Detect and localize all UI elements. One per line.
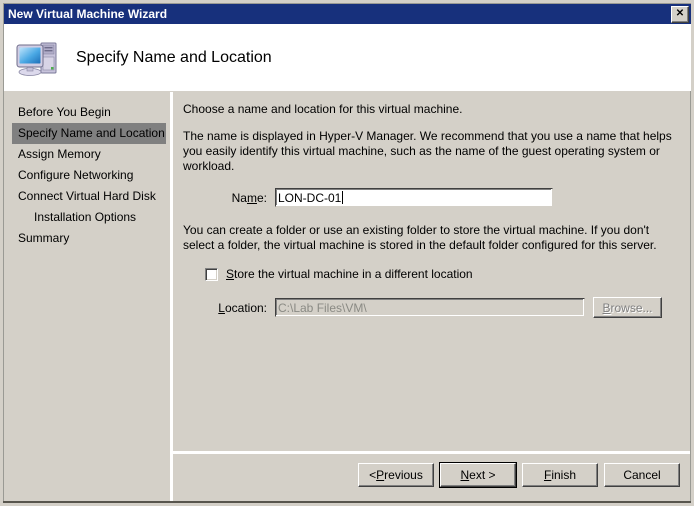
sidebar-item-configure-networking[interactable]: Configure Networking (12, 165, 167, 186)
cancel-button[interactable]: Cancel (604, 463, 680, 487)
location-input-value: C:\Lab Files\VM\ (278, 300, 367, 315)
sidebar-item-connect-virtual-hard-disk[interactable]: Connect Virtual Hard Disk (12, 186, 167, 207)
wizard-window: New Virtual Machine Wizard ✕ Specify Nam… (0, 0, 694, 506)
browse-button[interactable]: Browse... (593, 297, 662, 318)
folder-description-text: You can create a folder or use an existi… (183, 223, 657, 252)
location-label: Location: (218, 300, 267, 315)
name-field-row: Name: LON-DC-01 (205, 188, 678, 207)
computer-icon (16, 42, 57, 76)
page-title: Specify Name and Location (76, 48, 272, 66)
step-list: Before You Begin Specify Name and Locati… (4, 92, 170, 249)
sidebar-item-assign-memory[interactable]: Assign Memory (12, 144, 167, 165)
sidebar-item-before-you-begin[interactable]: Before You Begin (12, 102, 167, 123)
previous-button[interactable]: < Previous (358, 463, 434, 487)
location-input[interactable]: C:\Lab Files\VM\ (275, 298, 585, 317)
wizard-footer: < Previous Next > Finish Cancel (173, 454, 690, 502)
wizard-steps-sidebar: Before You Begin Specify Name and Locati… (4, 92, 170, 502)
finish-button[interactable]: Finish (522, 463, 598, 487)
text-caret (342, 191, 344, 204)
close-button[interactable]: ✕ (671, 5, 689, 23)
name-label: Name: (231, 190, 267, 205)
title-bar: New Virtual Machine Wizard ✕ (4, 4, 691, 24)
sidebar-item-installation-options[interactable]: Installation Options (12, 207, 167, 228)
description-text: The name is displayed in Hyper-V Manager… (183, 129, 672, 173)
name-input[interactable]: LON-DC-01 (275, 188, 553, 207)
window-bottom-edge (3, 501, 691, 503)
next-button[interactable]: Next > (439, 462, 517, 488)
name-input-value: LON-DC-01 (278, 190, 342, 205)
store-location-label: Store the virtual machine in a different… (226, 267, 473, 281)
window-title: New Virtual Machine Wizard (8, 7, 168, 21)
main-content: Choose a name and location for this virt… (173, 92, 690, 451)
close-icon: ✕ (675, 8, 685, 19)
wizard-header: Specify Name and Location (4, 24, 691, 91)
intro-text: Choose a name and location for this virt… (183, 102, 463, 116)
sidebar-item-specify-name-and-location[interactable]: Specify Name and Location (12, 123, 166, 144)
store-location-checkbox[interactable] (205, 267, 218, 281)
sidebar-item-summary[interactable]: Summary (12, 228, 167, 249)
location-field-row: Location: C:\Lab Files\VM\ Browse... (205, 297, 678, 318)
store-location-row[interactable]: Store the virtual machine in a different… (205, 267, 678, 281)
